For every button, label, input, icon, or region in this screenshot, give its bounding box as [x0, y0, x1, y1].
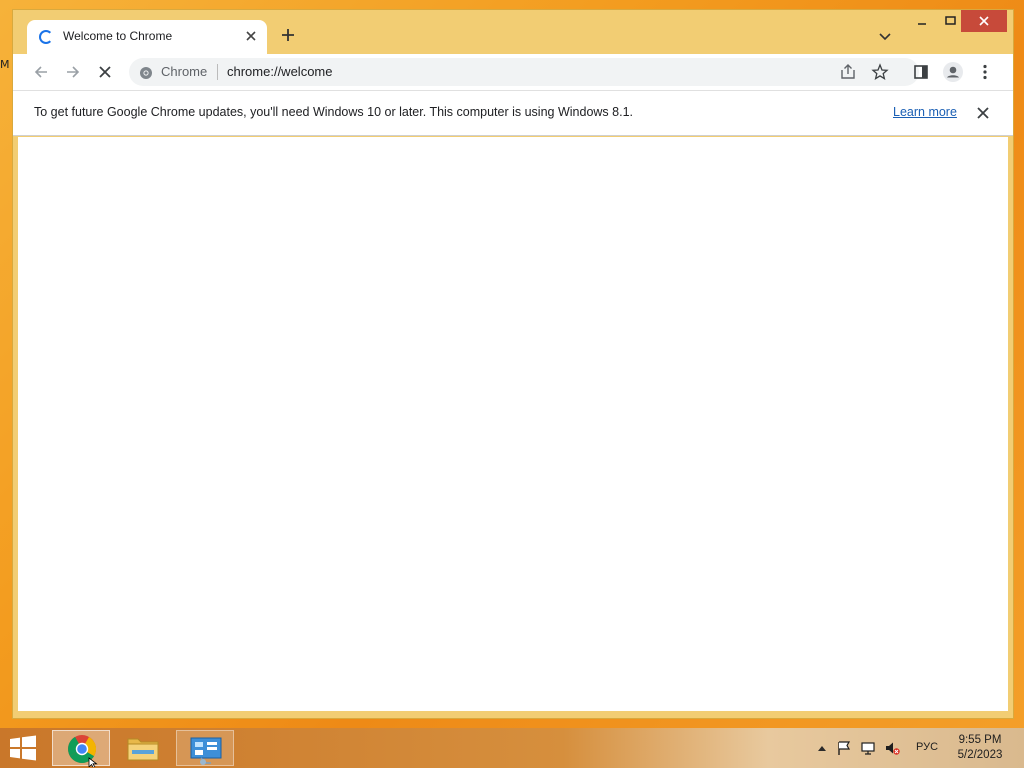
address-separator	[217, 64, 218, 80]
browser-toolbar: Chrome chrome://welcome	[13, 54, 1013, 90]
infobar-close-icon[interactable]	[975, 105, 991, 121]
taskbar-control-panel-button[interactable]	[176, 730, 234, 766]
address-bar[interactable]: Chrome chrome://welcome	[129, 58, 919, 86]
clock-time: 9:55 PM	[958, 734, 1002, 746]
stop-loading-icon[interactable]	[93, 60, 117, 84]
browser-tab[interactable]: Welcome to Chrome	[27, 20, 267, 54]
maximize-button[interactable]	[937, 10, 963, 32]
site-chip-label: Chrome	[161, 64, 208, 79]
side-panel-icon[interactable]	[909, 60, 933, 84]
taskbar-chrome-button[interactable]	[52, 730, 110, 768]
windows-start-icon[interactable]	[8, 735, 38, 761]
desktop-icon-fragment[interactable]: M	[0, 58, 10, 74]
system-clock[interactable]: 9:55 PM 5/2/2023	[950, 733, 1010, 763]
input-language-indicator[interactable]: РУС	[916, 741, 938, 753]
profile-avatar-icon[interactable]	[941, 60, 965, 84]
tab-close-icon[interactable]	[243, 28, 259, 44]
url-text[interactable]: chrome://welcome	[227, 64, 332, 79]
chrome-icon	[68, 735, 98, 768]
network-icon[interactable]	[860, 740, 876, 756]
action-center-flag-icon[interactable]	[836, 740, 852, 756]
infobar-message: To get future Google Chrome updates, you…	[34, 105, 633, 119]
clock-date: 5/2/2023	[957, 749, 1003, 761]
close-window-button[interactable]	[961, 10, 1007, 32]
loading-spinner-icon	[39, 30, 53, 44]
tab-search-chevron-icon[interactable]	[877, 28, 893, 44]
update-infobar: To get future Google Chrome updates, you…	[13, 90, 1013, 136]
learn-more-link[interactable]: Learn more	[893, 105, 957, 119]
taskbar-file-explorer-button[interactable]	[114, 730, 172, 766]
chrome-window: Welcome to Chrome Chrome chrome://welcom…	[12, 9, 1014, 719]
minimize-button[interactable]	[909, 10, 935, 32]
volume-muted-icon[interactable]	[884, 740, 900, 756]
title-bar[interactable]: Welcome to Chrome	[13, 10, 1013, 54]
menu-kebab-icon[interactable]	[973, 60, 997, 84]
share-icon[interactable]	[839, 63, 857, 81]
tab-title: Welcome to Chrome	[63, 29, 173, 43]
page-content[interactable]	[18, 137, 1008, 711]
chrome-site-icon[interactable]	[139, 65, 153, 79]
taskbar: РУС 9:55 PM 5/2/2023	[0, 728, 1024, 768]
control-panel-icon	[190, 737, 222, 765]
new-tab-button[interactable]	[277, 24, 299, 46]
bookmark-star-icon[interactable]	[871, 63, 889, 81]
show-hidden-icons-chevron-icon[interactable]	[814, 740, 830, 756]
back-arrow-icon[interactable]	[29, 60, 53, 84]
folder-icon	[127, 738, 159, 761]
forward-arrow-icon[interactable]	[61, 60, 85, 84]
